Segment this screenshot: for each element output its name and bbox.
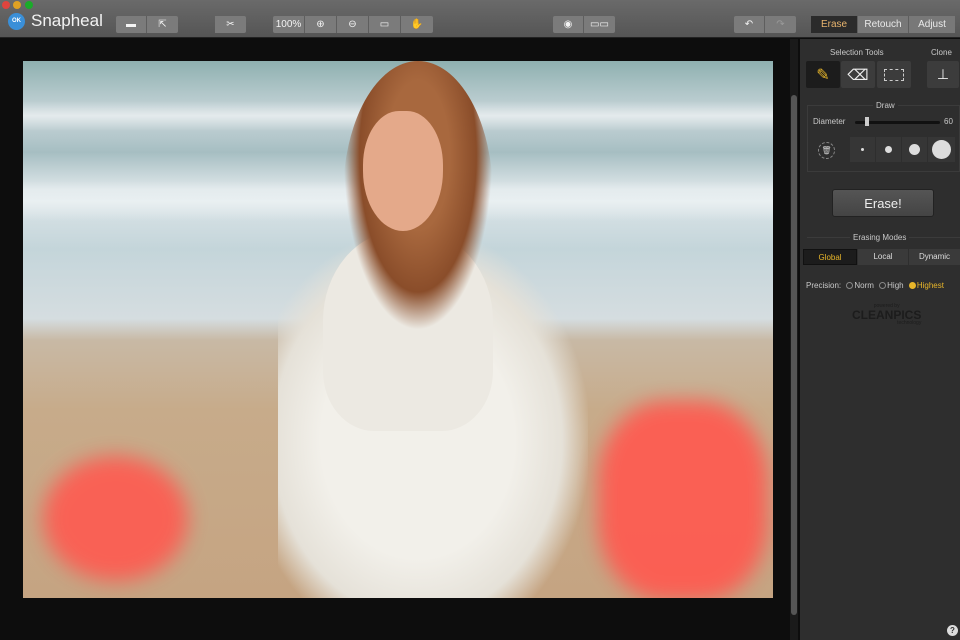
precision-row: Precision: Norm High Highest xyxy=(806,281,944,290)
redo-icon: ↷ xyxy=(776,19,785,30)
share-icon: ⇱ xyxy=(158,19,167,30)
split-view-icon: ▭▭ xyxy=(590,19,609,30)
zoom-window-button[interactable] xyxy=(25,1,33,9)
close-window-button[interactable] xyxy=(2,1,10,9)
trash-icon: 🗑 xyxy=(821,146,832,155)
tab-retouch[interactable]: Retouch xyxy=(858,16,909,33)
compare-button[interactable]: ▭▭ xyxy=(584,16,615,33)
scrollbar-thumb[interactable] xyxy=(791,95,797,615)
precision-norm[interactable]: Norm xyxy=(846,281,874,290)
help-button[interactable]: ? xyxy=(947,625,958,636)
zoom-in-icon: ⊕ xyxy=(316,19,325,30)
mode-global[interactable]: Global xyxy=(803,249,857,265)
undo-icon: ↶ xyxy=(744,19,754,30)
cleanpics-logo: powered by CLEANPICS technology xyxy=(852,304,921,326)
redo-button[interactable]: ↷ xyxy=(765,16,796,33)
zoom-level[interactable]: 100% xyxy=(273,16,305,33)
open-file-button[interactable]: ▬ xyxy=(116,16,147,33)
model-face xyxy=(363,111,443,231)
folder-icon: ▬ xyxy=(126,19,136,30)
brush-icon: ✎ xyxy=(816,66,830,84)
preview-button[interactable]: ◉ xyxy=(553,16,584,33)
tab-erase[interactable]: Erase xyxy=(811,16,858,33)
precision-label: Precision: xyxy=(806,281,842,290)
brush-size-xlarge[interactable] xyxy=(928,137,955,162)
brush-size-large[interactable] xyxy=(902,137,927,162)
app-logo: OK xyxy=(8,13,25,30)
erase-button[interactable]: Erase! xyxy=(832,189,934,217)
zoom-in-button[interactable]: ⊕ xyxy=(305,16,337,33)
lasso-icon xyxy=(884,68,904,81)
clone-stamp-button[interactable]: ⊥ xyxy=(927,61,959,88)
diameter-slider-handle[interactable] xyxy=(865,117,869,126)
eye-icon: ◉ xyxy=(563,19,573,30)
minimize-window-button[interactable] xyxy=(13,1,21,9)
stamp-icon: ⊥ xyxy=(936,66,950,82)
precision-high[interactable]: High xyxy=(879,281,904,290)
photo-canvas[interactable] xyxy=(23,61,773,598)
clone-label: Clone xyxy=(931,48,952,57)
diameter-label: Diameter xyxy=(813,117,846,126)
eraser-icon: ⌫ xyxy=(847,66,869,84)
toolbar: OK Snapheal ▬ ⇱ ✂ 100% ⊕ ⊖ ▭ ✋ ◉ ▭▭ ↶ ↷ … xyxy=(0,0,960,38)
zoom-out-icon: ⊖ xyxy=(348,19,357,30)
brush-tool-button[interactable]: ✎ xyxy=(806,61,840,88)
tab-adjust[interactable]: Adjust xyxy=(909,16,955,33)
mode-local[interactable]: Local xyxy=(858,249,908,265)
precision-norm-label: Norm xyxy=(854,281,874,290)
erasing-modes-label: Erasing Modes xyxy=(850,233,910,242)
clear-selection-button[interactable]: 🗑 xyxy=(818,142,835,159)
app-name: Snapheal xyxy=(31,11,103,30)
crop-button[interactable]: ✂ xyxy=(215,16,246,33)
radio-icon xyxy=(846,282,854,289)
zoom-out-button[interactable]: ⊖ xyxy=(337,16,369,33)
share-button[interactable]: ⇱ xyxy=(147,16,178,33)
selection-mask-left xyxy=(43,456,188,581)
precision-highest[interactable]: Highest xyxy=(908,281,944,290)
selection-tools-label: Selection Tools xyxy=(830,48,884,57)
hand-tool-button[interactable]: ✋ xyxy=(401,16,433,33)
draw-label: Draw xyxy=(873,101,898,110)
radio-icon xyxy=(879,282,887,289)
precision-highest-label: Highest xyxy=(916,281,944,290)
erase-panel: Selection Tools Clone ✎ ⌫ ⊥ Draw Diamete… xyxy=(800,39,960,640)
precision-high-label: High xyxy=(887,281,904,290)
radio-selected-icon xyxy=(908,282,916,289)
brush-size-small[interactable] xyxy=(850,137,875,162)
diameter-value: 60 xyxy=(944,117,953,126)
selection-mask-right xyxy=(598,401,768,598)
fit-screen-icon: ▭ xyxy=(379,19,390,30)
eraser-tool-button[interactable]: ⌫ xyxy=(841,61,875,88)
brush-size-medium[interactable] xyxy=(876,137,901,162)
lasso-tool-button[interactable] xyxy=(877,61,911,88)
scissors-icon: ✂ xyxy=(226,19,235,30)
undo-button[interactable]: ↶ xyxy=(734,16,765,33)
fit-screen-button[interactable]: ▭ xyxy=(369,16,401,33)
mode-dynamic[interactable]: Dynamic xyxy=(909,249,960,265)
hand-icon: ✋ xyxy=(410,19,424,30)
